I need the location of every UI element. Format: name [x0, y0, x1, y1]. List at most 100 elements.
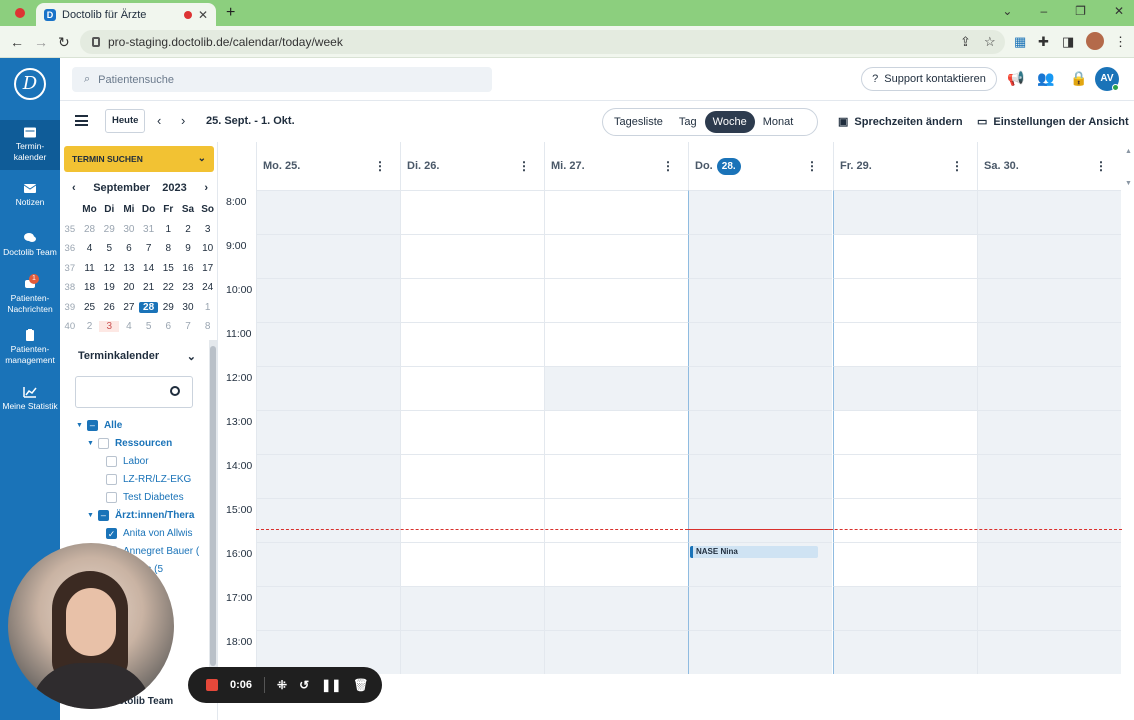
- scroll-down-icon[interactable]: ▼: [1125, 180, 1132, 187]
- time-slot[interactable]: [256, 498, 400, 542]
- day-cell[interactable]: 18: [80, 282, 100, 293]
- day-cell[interactable]: 3: [198, 224, 218, 235]
- team-icon[interactable]: 👥: [1037, 70, 1054, 87]
- time-slot[interactable]: [977, 322, 1121, 366]
- day-cell[interactable]: 10: [198, 243, 218, 254]
- day-cell[interactable]: 5: [139, 321, 159, 332]
- time-slot[interactable]: [688, 630, 832, 674]
- time-slot[interactable]: [833, 190, 977, 234]
- time-slot[interactable]: [833, 454, 977, 498]
- day-menu-icon[interactable]: ⋮: [806, 159, 818, 173]
- scrollbar-thumb[interactable]: [210, 346, 216, 666]
- menu-hamburger-icon[interactable]: [75, 115, 88, 126]
- time-slot[interactable]: [977, 190, 1121, 234]
- time-slot[interactable]: [688, 586, 832, 630]
- day-cell[interactable]: 26: [99, 302, 119, 313]
- today-button[interactable]: Heute: [105, 109, 146, 133]
- tree-item[interactable]: Labor: [60, 452, 205, 470]
- time-slot[interactable]: [977, 366, 1121, 410]
- terminkalender-search-input[interactable]: [75, 376, 193, 408]
- tree-item[interactable]: ✓ Anita von Allwis: [60, 524, 205, 542]
- day-cell[interactable]: 1: [198, 302, 218, 313]
- sidebar-item-doctolib-team[interactable]: Doctolib Team: [0, 232, 60, 258]
- view-tag[interactable]: Tag: [671, 111, 705, 133]
- sidebar-item-patientenmanagement[interactable]: Patienten- management: [0, 329, 60, 366]
- next-week-icon[interactable]: ›: [181, 113, 185, 128]
- close-window-icon[interactable]: ✕: [1114, 4, 1124, 18]
- time-slot[interactable]: [688, 234, 832, 278]
- time-slot[interactable]: [400, 410, 544, 454]
- time-slot[interactable]: [256, 234, 400, 278]
- day-menu-icon[interactable]: ⋮: [662, 159, 674, 173]
- time-slot[interactable]: [833, 410, 977, 454]
- time-slot[interactable]: [544, 454, 688, 498]
- time-slot[interactable]: [688, 410, 832, 454]
- day-cell[interactable]: 3: [99, 321, 120, 333]
- share-icon[interactable]: ⇪: [960, 34, 971, 50]
- browser-tab[interactable]: D Doctolib für Ärzte ✕: [36, 3, 216, 26]
- minimize-icon[interactable]: –: [1040, 4, 1047, 18]
- expand-caret-icon[interactable]: ▼: [87, 440, 94, 447]
- day-cell[interactable]: 5: [99, 243, 119, 254]
- time-slot[interactable]: [977, 498, 1121, 542]
- time-slot[interactable]: [400, 234, 544, 278]
- expand-caret-icon[interactable]: ▼: [76, 422, 83, 429]
- day-cell[interactable]: 11: [80, 263, 100, 274]
- sidebar-item-patienten-nachrichten[interactable]: 1 Patienten- Nachrichten: [0, 274, 60, 315]
- time-slot[interactable]: [688, 278, 832, 322]
- browser-menu-icon[interactable]: ⋮: [1114, 34, 1127, 50]
- day-cell[interactable]: 7: [139, 243, 159, 254]
- day-cell[interactable]: 13: [119, 263, 139, 274]
- forward-icon[interactable]: →: [34, 34, 48, 50]
- trash-icon[interactable]: 🗑: [353, 678, 368, 692]
- checkbox[interactable]: [106, 473, 117, 485]
- tree-item[interactable]: ▼ – Ärzt:innen/Thera: [60, 506, 205, 524]
- sidepanel-icon[interactable]: ◨: [1062, 34, 1074, 50]
- day-cell[interactable]: 28: [138, 301, 159, 313]
- day-cell[interactable]: 29: [158, 302, 178, 313]
- time-slot[interactable]: [544, 322, 688, 366]
- view-monat[interactable]: Monat: [755, 111, 802, 133]
- stop-recording-button[interactable]: [206, 679, 218, 691]
- support-button[interactable]: ? Support kontaktieren: [861, 67, 997, 91]
- day-cell[interactable]: 4: [80, 243, 100, 254]
- sidebar-item-terminkalender[interactable]: Termin- kalender: [0, 120, 60, 170]
- day-menu-icon[interactable]: ⋮: [1095, 159, 1107, 173]
- day-cell[interactable]: 12: [99, 263, 119, 274]
- day-cell[interactable]: 14: [139, 263, 159, 274]
- back-icon[interactable]: ←: [10, 34, 24, 50]
- time-slot[interactable]: [688, 190, 832, 234]
- checkbox[interactable]: –: [97, 509, 109, 521]
- pause-icon[interactable]: ❚❚: [321, 678, 341, 692]
- time-slot[interactable]: [833, 498, 977, 542]
- day-menu-icon[interactable]: ⋮: [374, 159, 386, 173]
- time-slot[interactable]: [833, 366, 977, 410]
- time-slot[interactable]: [400, 366, 544, 410]
- doctolib-logo[interactable]: D: [14, 68, 46, 100]
- day-cell[interactable]: 23: [178, 282, 198, 293]
- time-slot[interactable]: [833, 542, 977, 586]
- view-tagesliste[interactable]: Tagesliste: [606, 111, 671, 133]
- lock-icon[interactable]: 🔒: [1070, 70, 1087, 87]
- time-slot[interactable]: [833, 278, 977, 322]
- time-slot[interactable]: [688, 322, 832, 366]
- checkbox[interactable]: [97, 437, 109, 449]
- day-cell[interactable]: 29: [99, 224, 119, 235]
- day-cell[interactable]: 21: [139, 282, 159, 293]
- time-slot[interactable]: [833, 630, 977, 674]
- day-menu-icon[interactable]: ⋮: [951, 159, 963, 173]
- day-header[interactable]: Sa. 30. ⋮: [977, 142, 1121, 190]
- time-slot[interactable]: [544, 498, 688, 542]
- view-woche[interactable]: Woche: [704, 111, 755, 133]
- day-cell[interactable]: 17: [198, 263, 218, 274]
- time-slot[interactable]: [400, 454, 544, 498]
- tree-item[interactable]: LZ-RR/LZ-EKG: [60, 470, 205, 488]
- time-slot[interactable]: [544, 630, 688, 674]
- time-slot[interactable]: [544, 278, 688, 322]
- time-slot[interactable]: [977, 542, 1121, 586]
- time-slot[interactable]: [400, 498, 544, 542]
- time-slot[interactable]: [833, 234, 977, 278]
- time-slot[interactable]: [544, 410, 688, 454]
- day-cell[interactable]: 16: [178, 263, 198, 274]
- day-cell[interactable]: 6: [158, 321, 178, 332]
